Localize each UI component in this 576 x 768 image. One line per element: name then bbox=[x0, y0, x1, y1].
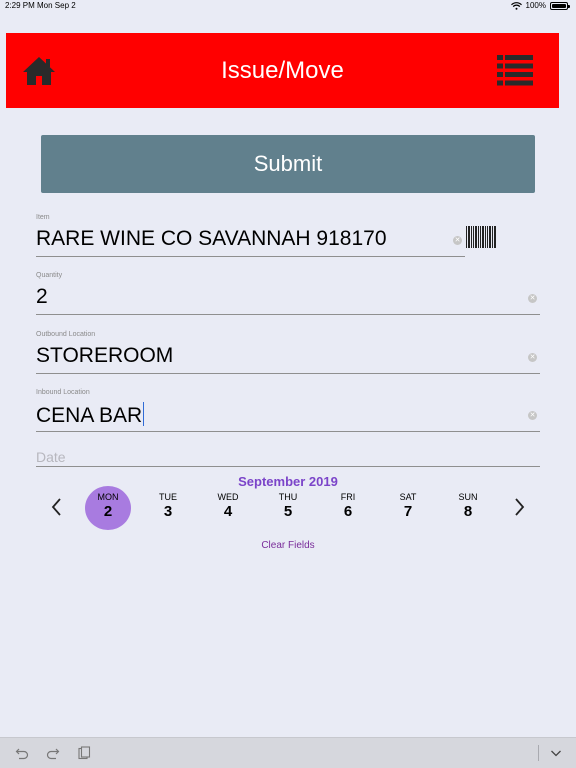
inbound-clear-icon[interactable]: ✕ bbox=[528, 411, 537, 420]
chevron-right-icon bbox=[515, 498, 525, 516]
chevron-down-icon[interactable] bbox=[549, 746, 563, 760]
item-value[interactable]: RARE WINE CO SAVANNAH 918170 bbox=[36, 227, 387, 251]
day-of-week: SUN bbox=[458, 492, 478, 502]
calendar-day-tue[interactable]: TUE 3 bbox=[145, 486, 191, 530]
date-underline bbox=[36, 466, 540, 467]
day-number: 2 bbox=[103, 503, 113, 520]
item-field[interactable]: Item RARE WINE CO SAVANNAH 918170 ✕ bbox=[36, 214, 540, 258]
quantity-label: Quantity bbox=[36, 272, 63, 279]
page-title: Issue/Move bbox=[221, 57, 344, 84]
clear-fields-button[interactable]: Clear Fields bbox=[0, 540, 576, 551]
calendar-prev-button[interactable] bbox=[48, 496, 66, 518]
status-time: 2:29 PM bbox=[5, 1, 35, 10]
paste-icon[interactable] bbox=[77, 746, 91, 760]
calendar-day-fri[interactable]: FRI 6 bbox=[325, 486, 371, 530]
item-underline bbox=[36, 256, 465, 257]
battery-percent: 100% bbox=[525, 1, 546, 10]
day-number: 7 bbox=[403, 503, 413, 520]
wifi-icon bbox=[510, 2, 522, 10]
home-button[interactable] bbox=[22, 55, 56, 87]
inbound-location-label: Inbound Location bbox=[36, 389, 90, 396]
quantity-underline bbox=[36, 314, 540, 315]
outbound-location-value[interactable]: STOREROOM bbox=[36, 344, 173, 368]
calendar-day-wed[interactable]: WED 4 bbox=[205, 486, 251, 530]
day-of-week: TUE bbox=[159, 492, 177, 502]
item-label: Item bbox=[36, 214, 50, 221]
calendar-day-sat[interactable]: SAT 7 bbox=[385, 486, 431, 530]
calendar-day-thu[interactable]: THU 5 bbox=[265, 486, 311, 530]
day-of-week: THU bbox=[278, 492, 298, 502]
outbound-location-label: Outbound Location bbox=[36, 331, 96, 338]
day-number: 4 bbox=[223, 503, 233, 520]
inbound-location-value: CENA BAR bbox=[36, 404, 143, 427]
outbound-clear-icon[interactable]: ✕ bbox=[528, 353, 537, 362]
day-number: 3 bbox=[163, 503, 173, 520]
day-of-week: MON bbox=[97, 492, 119, 502]
quantity-clear-icon[interactable]: ✕ bbox=[528, 294, 537, 303]
keyboard-toolbar bbox=[0, 737, 576, 768]
day-number: 5 bbox=[283, 503, 293, 520]
day-number: 6 bbox=[343, 503, 353, 520]
day-of-week: SAT bbox=[399, 492, 417, 502]
barcode-scan-icon[interactable] bbox=[466, 226, 496, 248]
header-bar: Issue/Move bbox=[6, 33, 559, 108]
quantity-value[interactable]: 2 bbox=[36, 285, 48, 309]
menu-button[interactable] bbox=[497, 54, 533, 86]
text-caret bbox=[143, 402, 145, 426]
inbound-location-underline bbox=[36, 431, 540, 432]
status-date: Mon Sep 2 bbox=[37, 1, 76, 10]
calendar-day-sun[interactable]: SUN 8 bbox=[445, 486, 491, 530]
battery-icon bbox=[550, 2, 570, 10]
inbound-location-field[interactable]: Inbound Location CENA BAR ✕ bbox=[36, 389, 540, 433]
calendar-next-button[interactable] bbox=[510, 496, 528, 518]
day-of-week: FRI bbox=[340, 492, 356, 502]
status-right: 100% bbox=[510, 0, 570, 12]
list-icon bbox=[497, 55, 533, 86]
day-of-week: WED bbox=[217, 492, 239, 502]
calendar-day-mon[interactable]: MON 2 bbox=[85, 486, 131, 530]
inbound-location-input[interactable]: CENA BAR bbox=[36, 402, 145, 428]
submit-button[interactable]: Submit bbox=[41, 135, 535, 193]
date-input[interactable]: Date bbox=[36, 449, 66, 465]
item-clear-icon[interactable]: ✕ bbox=[453, 236, 462, 245]
day-number: 8 bbox=[463, 503, 473, 520]
redo-icon[interactable] bbox=[46, 746, 60, 760]
home-icon bbox=[23, 57, 55, 85]
chevron-left-icon bbox=[51, 498, 61, 516]
outbound-location-field[interactable]: Outbound Location STOREROOM ✕ bbox=[36, 331, 540, 375]
undo-icon[interactable] bbox=[15, 746, 29, 760]
quantity-field[interactable]: Quantity 2 ✕ bbox=[36, 272, 540, 316]
toolbar-divider bbox=[538, 745, 539, 761]
status-bar: 2:29 PM Mon Sep 2 100% bbox=[0, 0, 576, 14]
outbound-location-underline bbox=[36, 373, 540, 374]
